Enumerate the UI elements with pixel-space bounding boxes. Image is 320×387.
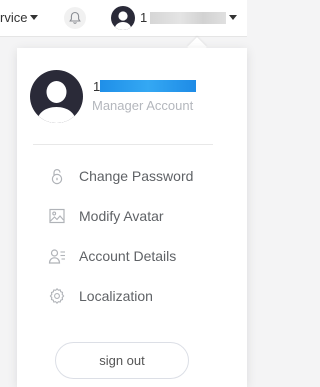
user-name-redacted [100,80,197,92]
user-avatar-small[interactable] [111,6,135,30]
menu-item-label: Account Details [79,248,177,264]
chevron-down-icon [30,15,39,20]
user-display-name: 1 [93,78,197,94]
menu-item-label: Localization [79,288,153,304]
user-menu-trigger[interactable]: 1 [140,10,227,25]
lock-icon [48,167,66,185]
avatar [30,70,83,123]
user-name-initial: 1 [140,10,148,25]
bell-icon [69,11,81,24]
chevron-down-icon[interactable] [229,15,237,20]
gear-icon [48,287,66,305]
user-name-redacted [150,11,227,24]
menu-item-change-password[interactable]: Change Password [48,166,193,186]
notifications-button[interactable] [64,7,86,29]
menu-item-account-details[interactable]: Account Details [48,246,176,266]
service-dropdown[interactable]: rvice [0,10,39,25]
menu-item-label: Modify Avatar [79,208,164,224]
top-bar: rvice 1 [0,0,247,37]
user-silhouette-icon [114,11,132,30]
user-silhouette-icon [37,81,76,123]
menu-item-localization[interactable]: Localization [48,286,153,306]
divider [33,144,213,145]
image-icon [48,207,66,225]
sign-out-button[interactable]: sign out [55,342,189,379]
user-details-icon [48,247,66,265]
user-dropdown-panel: 1 Manager Account Change Password Modify… [17,48,247,387]
user-name-prefix: 1 [93,78,101,94]
menu-item-modify-avatar[interactable]: Modify Avatar [48,206,164,226]
menu-item-label: Change Password [79,168,194,184]
account-role: Manager Account [92,98,194,113]
service-label: rvice [0,10,28,25]
